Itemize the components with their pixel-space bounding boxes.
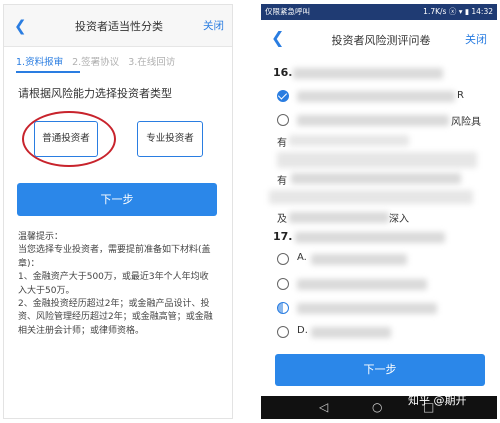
back-chevron-icon[interactable]: ❮ [271,28,284,48]
step-3: 3.在线回访 [128,57,176,68]
step-indicator: 1.资料报审 2.签署协议 3.在线回访 [16,54,231,70]
status-bar: 仅限紧急呼叫 1.7K/s ⓧ ▾ ▮ 14:32 [261,4,497,20]
tips-line: 当您选择专业投资者，需要提前准备如下材料(盖 [18,245,211,256]
left-close-button[interactable]: 关闭 [203,18,224,33]
q16-option-c-fragment: 有 [277,138,287,149]
question-16-number: 16. [273,66,293,79]
circle-home-icon[interactable]: ○ [372,399,382,415]
right-header: ❮ 投资者风险测评问卷 关闭 [261,20,497,58]
blurred-option-text [297,115,449,126]
normal-investor-button[interactable]: 普通投资者 [34,121,98,157]
professional-investor-button[interactable]: 专业投资者 [137,121,203,157]
q17-option-d-label: D. [297,325,308,336]
blurred-option-text [297,303,437,314]
tips-text: 温馨提示： 当您选择专业投资者，需要提前准备如下材料(盖 章)： 1、金融资产大… [18,231,222,338]
q16-option-d-fragment: 有 [277,176,287,187]
triangle-back-icon[interactable]: ◁ [319,399,328,415]
q17-option-b-radio[interactable] [277,278,289,290]
blurred-option-text [269,190,473,204]
active-step-underline [16,71,80,73]
q16-option-e-end: 深入 [389,214,409,225]
q16-option-a-fragment: R [457,90,464,101]
blurred-option-text [311,254,407,265]
tips-line: 2、金融投资经历超过2年；或金融产品设计、投 [18,299,210,310]
blurred-option-text [277,152,477,168]
tips-line: 章)： [18,258,40,269]
watermark-text: 知乎 @期开 [408,394,467,407]
status-indicators: 1.7K/s ⓧ ▾ ▮ 14:32 [423,7,493,16]
question-17-number: 17. [273,230,293,243]
blurred-option-text [291,173,461,184]
step-1: 1.资料报审 [16,57,64,68]
tips-line: 1、金融资产大于500万，或最近3年个人年均收 [18,272,209,283]
q17-option-d-radio[interactable] [277,326,289,338]
left-header: ❮ 投资者适当性分类 关闭 [4,5,232,47]
left-screen: ❮ 投资者适当性分类 关闭 1.资料报审 2.签署协议 3.在线回访 请根据风险… [3,4,233,419]
step-2: 2.签署协议 [72,57,120,68]
q17-option-c-radio[interactable] [277,302,289,314]
tips-line: 入大于50万。 [18,285,75,296]
q17-option-a-label: A. [297,252,307,263]
tips-line: 相关注册会计师；或律师资格。 [18,325,145,336]
tips-line: 温馨提示： [18,232,64,242]
left-next-button[interactable]: 下一步 [17,183,217,216]
back-chevron-icon[interactable]: ❮ [14,16,32,36]
left-page-title: 投资者适当性分类 [75,20,163,33]
right-next-button[interactable]: 下一步 [275,354,485,386]
q16-option-b-radio[interactable] [277,114,289,126]
blurred-option-text [289,212,389,223]
q17-option-a-radio[interactable] [277,253,289,265]
blurred-option-text [311,327,391,338]
q16-option-a-radio[interactable] [277,90,289,102]
right-close-button[interactable]: 关闭 [465,31,487,47]
blurred-option-text [297,91,455,102]
blurred-question-text [293,68,443,79]
q16-option-b-fragment: 风险具 [451,117,481,128]
tips-line: 资、风险管理经历超过2年；或金融高管；或金融 [18,312,213,323]
blurred-option-text [289,135,409,146]
q16-option-e-fragment: 及 [277,214,287,225]
questionnaire-title: 投资者风险测评问卷 [331,34,431,47]
blurred-option-text [297,279,427,290]
right-screen: 仅限紧急呼叫 1.7K/s ⓧ ▾ ▮ 14:32 ❮ 投资者风险测评问卷 关闭… [261,4,497,419]
carrier-status: 仅限紧急呼叫 [265,7,310,16]
blurred-question-text [295,232,445,243]
investor-type-prompt: 请根据风险能力选择投资者类型 [18,87,172,100]
